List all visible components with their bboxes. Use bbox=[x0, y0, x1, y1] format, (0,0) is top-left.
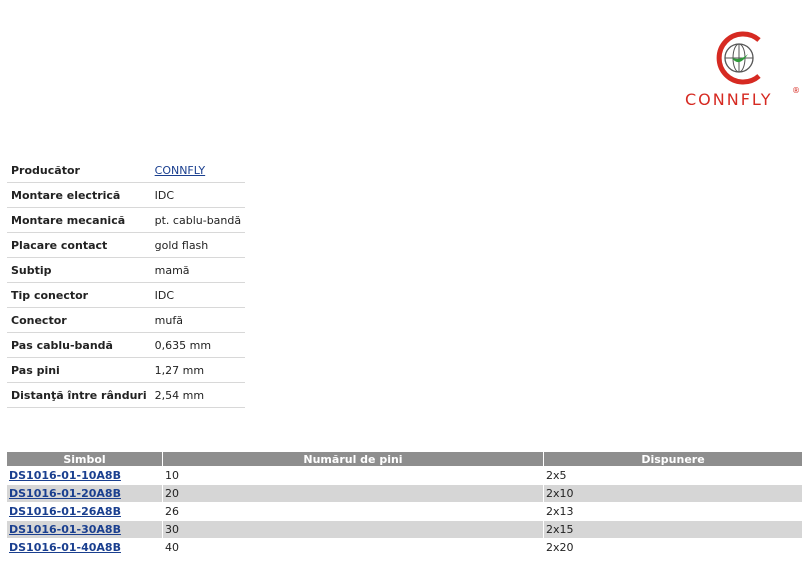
pins-cell: 20 bbox=[163, 485, 543, 502]
symbol-cell: DS1016-01-40A8B bbox=[7, 539, 162, 556]
product-symbol-link[interactable]: DS1016-01-10A8B bbox=[9, 469, 121, 482]
symbol-cell: DS1016-01-20A8B bbox=[7, 485, 162, 502]
property-value: mufă bbox=[150, 307, 246, 333]
property-row: Distanţă între rânduri 2,54 mm bbox=[7, 382, 246, 408]
properties-table: Producător CONNFLY Montare electrică IDC Mon… bbox=[7, 158, 246, 408]
table-row: DS1016-01-10A8B 10 2x5 bbox=[7, 467, 802, 484]
pins-cell: 30 bbox=[163, 521, 543, 538]
property-label: Tip conector bbox=[7, 282, 151, 308]
product-symbol-link[interactable]: DS1016-01-26A8B bbox=[9, 505, 121, 518]
manufacturer-link[interactable]: CONNFLY bbox=[155, 164, 206, 177]
symbol-cell: DS1016-01-26A8B bbox=[7, 503, 162, 520]
brand-name: CONNFLY bbox=[685, 90, 773, 109]
property-row: Subtip mamă bbox=[7, 257, 246, 283]
symbol-cell: DS1016-01-10A8B bbox=[7, 467, 162, 484]
pins-cell: 10 bbox=[163, 467, 543, 484]
property-row: Montare electrică IDC bbox=[7, 182, 246, 208]
header-pins: Numărul de pini bbox=[163, 452, 543, 466]
property-value: IDC bbox=[150, 182, 246, 208]
pins-cell: 40 bbox=[163, 539, 543, 556]
brand-logo: CONNFLY ® bbox=[680, 28, 802, 114]
property-row: Pas cablu-bandă 0,635 mm bbox=[7, 332, 246, 358]
layout-cell: 2x15 bbox=[544, 521, 802, 538]
property-label: Conector bbox=[7, 307, 151, 333]
table-row: DS1016-01-20A8B 20 2x10 bbox=[7, 485, 802, 502]
property-label: Distanţă între rânduri bbox=[7, 382, 151, 408]
property-value: gold flash bbox=[150, 232, 246, 258]
layout-cell: 2x5 bbox=[544, 467, 802, 484]
property-label: Montare mecanică bbox=[7, 207, 151, 233]
property-row: Placare contact gold flash bbox=[7, 232, 246, 258]
property-value: IDC bbox=[150, 282, 246, 308]
table-row: DS1016-01-30A8B 30 2x15 bbox=[7, 521, 802, 538]
table-row: DS1016-01-40A8B 40 2x20 bbox=[7, 539, 802, 556]
property-row: Tip conector IDC bbox=[7, 282, 246, 308]
registered-mark: ® bbox=[792, 86, 800, 95]
property-row: Pas pini 1,27 mm bbox=[7, 357, 246, 383]
product-symbol-link[interactable]: DS1016-01-20A8B bbox=[9, 487, 121, 500]
products-table: Simbol Numărul de pini Dispunere DS1016-… bbox=[6, 451, 803, 557]
connfly-globe-icon bbox=[716, 31, 761, 85]
property-label: Producător bbox=[7, 158, 151, 183]
table-row: DS1016-01-26A8B 26 2x13 bbox=[7, 503, 802, 520]
property-value: 0,635 mm bbox=[150, 332, 246, 358]
property-value: CONNFLY bbox=[150, 158, 246, 183]
property-row: Montare mecanică pt. cablu-bandă bbox=[7, 207, 246, 233]
product-symbol-link[interactable]: DS1016-01-40A8B bbox=[9, 541, 121, 554]
property-row: Conector mufă bbox=[7, 307, 246, 333]
property-value: 1,27 mm bbox=[150, 357, 246, 383]
layout-cell: 2x13 bbox=[544, 503, 802, 520]
property-value: pt. cablu-bandă bbox=[150, 207, 246, 233]
table-header-row: Simbol Numărul de pini Dispunere bbox=[7, 452, 802, 466]
product-symbol-link[interactable]: DS1016-01-30A8B bbox=[9, 523, 121, 536]
property-label: Pas cablu-bandă bbox=[7, 332, 151, 358]
header-layout: Dispunere bbox=[544, 452, 802, 466]
property-label: Montare electrică bbox=[7, 182, 151, 208]
property-row: Producător CONNFLY bbox=[7, 158, 246, 183]
pins-cell: 26 bbox=[163, 503, 543, 520]
symbol-cell: DS1016-01-30A8B bbox=[7, 521, 162, 538]
property-value: 2,54 mm bbox=[150, 382, 246, 408]
property-label: Placare contact bbox=[7, 232, 151, 258]
layout-cell: 2x10 bbox=[544, 485, 802, 502]
header-symbol: Simbol bbox=[7, 452, 162, 466]
property-value: mamă bbox=[150, 257, 246, 283]
layout-cell: 2x20 bbox=[544, 539, 802, 556]
property-label: Subtip bbox=[7, 257, 151, 283]
property-label: Pas pini bbox=[7, 357, 151, 383]
